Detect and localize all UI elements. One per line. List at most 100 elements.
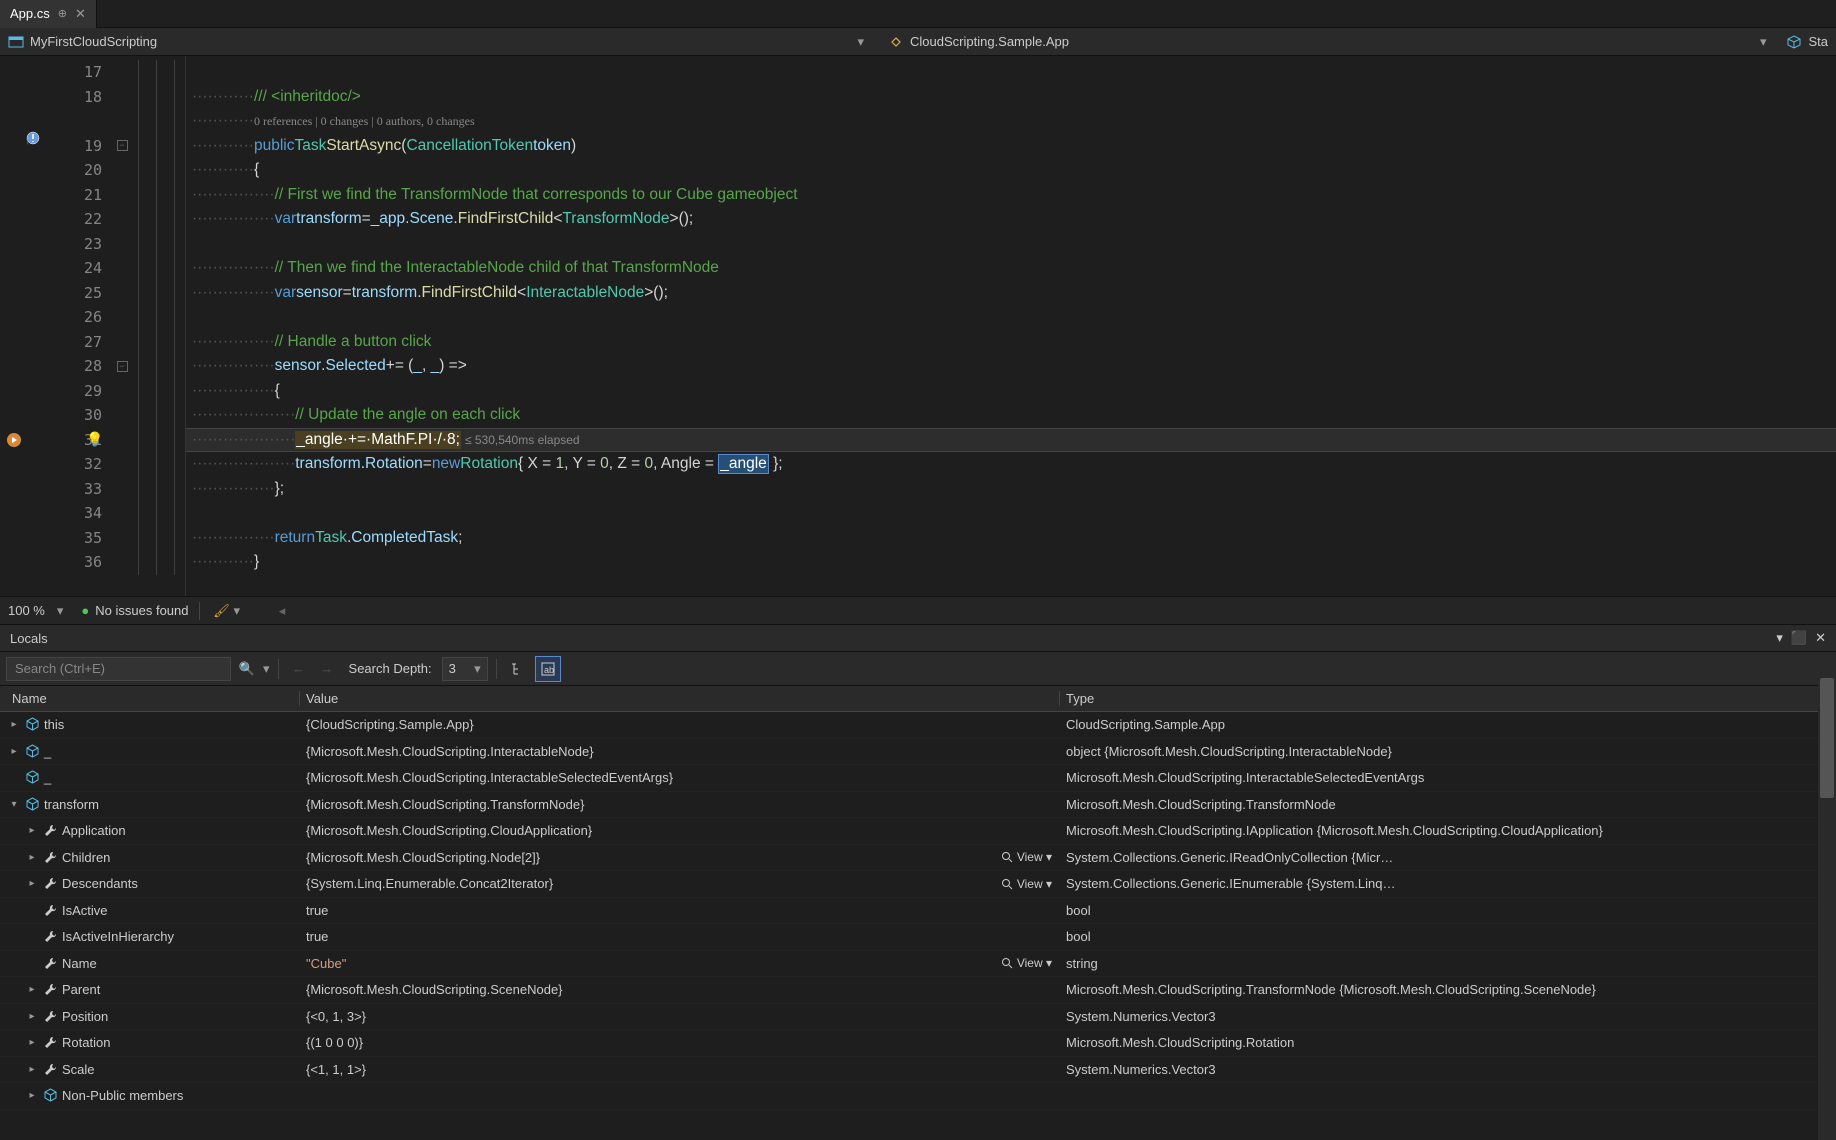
chevron-down-icon[interactable]: ▾ <box>234 603 241 619</box>
tab-filename: App.cs <box>10 6 50 21</box>
line-number-gutter: 1718↑192021222324252627282930💡3132333435… <box>0 56 110 596</box>
view-visualizer[interactable]: View ▾ <box>1001 850 1052 864</box>
column-value[interactable]: Value <box>300 691 1060 706</box>
locals-grid-header: Name Value Type <box>0 686 1836 712</box>
expander-icon[interactable]: ▸ <box>8 719 20 730</box>
locals-row[interactable]: IsActivetruebool <box>0 898 1836 925</box>
search-depth-combo[interactable]: 3▾ <box>442 657 488 681</box>
row-type: System.Collections.Generic.IEnumerable {… <box>1060 876 1836 891</box>
project-name[interactable]: MyFirstCloudScripting <box>30 34 157 49</box>
brush-icon[interactable]: 🖌 <box>210 599 234 623</box>
chevron-down-icon[interactable]: ▾ <box>1760 34 1775 50</box>
row-value: {Microsoft.Mesh.CloudScripting.CloudAppl… <box>306 823 592 838</box>
locals-row[interactable]: ▸ Children {Microsoft.Mesh.CloudScripting.… <box>0 845 1836 872</box>
expander-icon[interactable]: ▸ <box>26 1064 38 1075</box>
close-icon[interactable]: ✕ <box>1815 630 1826 646</box>
locals-row[interactable]: ▸_{Microsoft.Mesh.CloudScripting.Interac… <box>0 739 1836 766</box>
row-value: {(1 0 0 0)} <box>306 1035 363 1050</box>
view-visualizer[interactable]: View ▾ <box>1001 877 1052 891</box>
locals-row[interactable]: ▸this{CloudScripting.Sample.App}CloudScr… <box>0 712 1836 739</box>
locals-row[interactable]: ▸ Application {Microsoft.Mesh.CloudScripti… <box>0 818 1836 845</box>
nav-back-icon[interactable]: ← <box>287 657 311 681</box>
row-type: object {Microsoft.Mesh.CloudScripting.In… <box>1060 744 1836 759</box>
locals-row[interactable]: ▸Scale{<1, 1, 1>}System.Numerics.Vector3 <box>0 1057 1836 1084</box>
locals-row[interactable]: _{Microsoft.Mesh.CloudScripting.Interact… <box>0 765 1836 792</box>
row-name: Application <box>62 823 126 838</box>
highlight-toggle-icon[interactable]: ab <box>535 656 561 682</box>
search-icon[interactable]: 🔍 <box>235 657 259 681</box>
arrow-left-icon[interactable]: ◂ <box>270 599 294 623</box>
row-name: Children <box>62 850 110 865</box>
code-editor[interactable]: 1718↑192021222324252627282930💡3132333435… <box>0 56 1836 596</box>
locals-grid-body[interactable]: ▸this{CloudScripting.Sample.App}CloudScr… <box>0 712 1836 1110</box>
row-name: IsActiveInHierarchy <box>62 929 174 944</box>
indent-guides <box>134 56 186 596</box>
row-name: Name <box>62 956 97 971</box>
row-value: {<0, 1, 3>} <box>306 1009 366 1024</box>
expander-icon[interactable]: ▸ <box>26 852 38 863</box>
row-value: {Microsoft.Mesh.CloudScripting.Transform… <box>306 797 584 812</box>
row-type: Microsoft.Mesh.CloudScripting.Rotation <box>1060 1035 1836 1050</box>
tree-toggle-icon[interactable] <box>505 656 531 682</box>
column-name[interactable]: Name <box>0 691 300 706</box>
context-name[interactable]: CloudScripting.Sample.App <box>910 34 1069 49</box>
expander-icon[interactable]: ▾ <box>8 799 20 810</box>
wrench-icon <box>42 982 58 998</box>
right-context: Sta <box>1808 34 1828 49</box>
row-name: Parent <box>62 982 100 997</box>
pin-icon[interactable]: ⊕ <box>58 7 67 20</box>
row-value: {System.Linq.Enumerable.Concat2Iterator} <box>306 876 553 891</box>
wrench-icon <box>42 849 58 865</box>
zoom-level[interactable]: 100 % <box>8 603 45 618</box>
scrollbar[interactable] <box>1818 678 1836 1140</box>
row-name: transform <box>44 797 99 812</box>
document-tab[interactable]: App.cs ⊕ ✕ <box>0 0 97 28</box>
wrench-icon <box>42 929 58 945</box>
row-name: Position <box>62 1009 108 1024</box>
class-icon <box>888 34 904 50</box>
row-value: {Microsoft.Mesh.CloudScripting.Node[2]} <box>306 850 540 865</box>
locals-row[interactable]: ▸ Rotation {(1 0 0 0)} Microsoft.Mesh.Cloud… <box>0 1030 1836 1057</box>
row-name: _ <box>44 744 51 759</box>
wrench-icon <box>42 876 58 892</box>
pin-icon[interactable]: ⬛ <box>1791 630 1807 646</box>
row-name: Rotation <box>62 1035 110 1050</box>
cube-icon <box>42 1088 58 1104</box>
code-area[interactable]: ············/// <inheritdoc/>···········… <box>186 56 1836 596</box>
cube-icon <box>24 796 40 812</box>
chevron-down-icon[interactable]: ▾ <box>857 34 872 50</box>
chevron-down-icon[interactable]: ▾ <box>263 661 270 677</box>
locals-row[interactable]: ▸Non-Public members <box>0 1083 1836 1110</box>
nav-forward-icon[interactable]: → <box>315 657 339 681</box>
close-icon[interactable]: ✕ <box>75 6 86 22</box>
expander-icon[interactable]: ▸ <box>8 746 20 757</box>
locals-row[interactable]: ▸Position{<0, 1, 3>}System.Numerics.Vect… <box>0 1004 1836 1031</box>
row-name: IsActive <box>62 903 108 918</box>
locals-row[interactable]: IsActiveInHierarchy true bool <box>0 924 1836 951</box>
column-type[interactable]: Type <box>1060 691 1836 706</box>
expander-icon[interactable]: ▸ <box>26 1011 38 1022</box>
row-type: bool <box>1060 929 1836 944</box>
locals-row[interactable]: ▾ transform {Microsoft.Mesh.CloudScripting… <box>0 792 1836 819</box>
row-type: string <box>1060 956 1836 971</box>
expander-icon[interactable]: ▸ <box>26 1037 38 1048</box>
search-input[interactable]: Search (Ctrl+E) <box>6 657 231 681</box>
expander-icon[interactable]: ▸ <box>26 1090 38 1101</box>
expander-icon[interactable]: ▸ <box>26 825 38 836</box>
row-value: true <box>306 903 328 918</box>
row-value: true <box>306 929 328 944</box>
chevron-down-icon[interactable]: ▾ <box>57 603 64 619</box>
locals-row[interactable]: Name"Cube" View ▾string <box>0 951 1836 978</box>
expander-icon[interactable]: ▸ <box>26 984 38 995</box>
locals-row[interactable]: ▸Parent{Microsoft.Mesh.CloudScripting.Sc… <box>0 977 1836 1004</box>
row-name: _ <box>44 770 51 785</box>
row-type: System.Numerics.Vector3 <box>1060 1062 1836 1077</box>
expander-icon[interactable]: ▸ <box>26 878 38 889</box>
view-visualizer[interactable]: View ▾ <box>1001 956 1052 970</box>
issues-text[interactable]: No issues found <box>95 603 188 618</box>
locals-row[interactable]: ▸Descendants{System.Linq.Enumerable.Conc… <box>0 871 1836 898</box>
wrench-icon <box>42 823 58 839</box>
dropdown-icon[interactable]: ▾ <box>1776 630 1783 646</box>
scrollbar-thumb[interactable] <box>1820 678 1834 798</box>
cube-icon <box>24 770 40 786</box>
